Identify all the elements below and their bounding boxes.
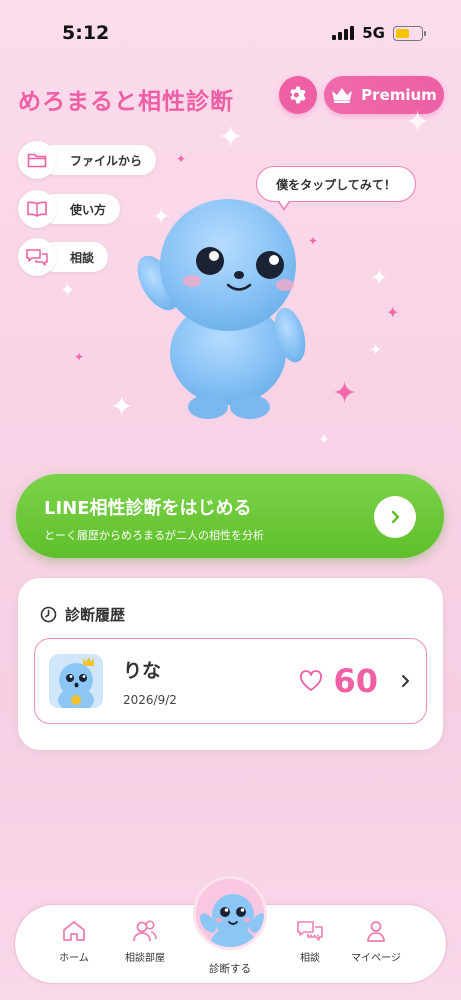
status-time: 5:12 <box>62 22 110 44</box>
cta-title: LINE相性診断をはじめる <box>44 498 252 519</box>
premium-label: Premium <box>361 86 437 104</box>
nav-label: 相談 <box>300 953 320 964</box>
people-icon <box>133 920 157 942</box>
nav-consult[interactable]: 相談 <box>275 919 345 964</box>
status-indicators: 5G <box>332 24 426 42</box>
cta-arrow-button <box>374 496 416 538</box>
folder-icon <box>27 153 47 168</box>
history-title: 診断履歴 <box>65 606 126 624</box>
history-card: 診断履歴 りな 2026/9/2 60 <box>18 578 443 750</box>
sparkle-icon: ✦ <box>370 266 389 291</box>
nav-label: マイページ <box>351 953 401 964</box>
sparkle-icon: ✦ <box>218 120 244 155</box>
settings-button[interactable] <box>279 76 317 114</box>
crown-icon <box>332 88 353 103</box>
start-diagnosis-button[interactable]: LINE相性診断をはじめる とーく履歴からめろまるが二人の相性を分析 <box>16 474 444 558</box>
nav-label: 相談部屋 <box>125 953 165 964</box>
side-item-label: ファイルから <box>40 145 157 175</box>
chevron-right-icon <box>391 510 400 524</box>
sparkle-icon: ✦ <box>74 350 85 364</box>
side-item-file[interactable]: ファイルから <box>18 141 157 179</box>
nav-mypage[interactable]: マイページ <box>341 919 411 964</box>
cta-subtitle: とーく履歴からめろまるが二人の相性を分析 <box>44 529 264 542</box>
history-name: りな <box>123 659 162 682</box>
book-icon <box>27 201 47 217</box>
clock-icon <box>40 606 57 623</box>
sparkle-icon: ✦ <box>405 105 431 140</box>
compatibility-score: 60 <box>333 662 378 700</box>
heart-icon <box>300 670 323 691</box>
nav-consult-room[interactable]: 相談部屋 <box>110 919 180 964</box>
chevron-right-icon <box>402 675 409 687</box>
sparkle-icon: ✦ <box>369 340 383 359</box>
chat-icon <box>26 249 48 266</box>
nav-diagnose-button[interactable] <box>193 876 267 950</box>
history-header: 診断履歴 <box>40 604 125 625</box>
history-date: 2026/9/2 <box>123 692 177 707</box>
sparkle-icon: ✦ <box>332 376 358 411</box>
nav-label: 診断する <box>209 963 251 975</box>
home-icon <box>63 921 85 941</box>
chat-icon <box>297 921 323 941</box>
side-item-guide[interactable]: 使い方 <box>18 190 121 228</box>
history-row[interactable]: りな 2026/9/2 60 <box>34 638 427 724</box>
battery-icon <box>393 25 426 41</box>
side-item-consult[interactable]: 相談 <box>18 238 109 276</box>
sparkle-icon: ✦ <box>386 303 400 322</box>
mascot-avatar-icon <box>49 654 103 708</box>
sparkle-icon: ✦ <box>176 152 187 166</box>
sparkle-icon: ✦ <box>60 280 76 301</box>
network-label: 5G <box>362 24 385 42</box>
mascot-character[interactable] <box>130 185 315 425</box>
app-title: めろまると相性診断 <box>18 89 234 115</box>
nav-home[interactable]: ホーム <box>39 919 109 964</box>
signal-icon <box>332 26 355 40</box>
avatar <box>49 654 103 708</box>
sparkle-icon: ✦ <box>318 432 330 448</box>
gear-icon <box>290 86 306 104</box>
user-icon <box>367 921 385 942</box>
nav-label: ホーム <box>59 953 89 964</box>
